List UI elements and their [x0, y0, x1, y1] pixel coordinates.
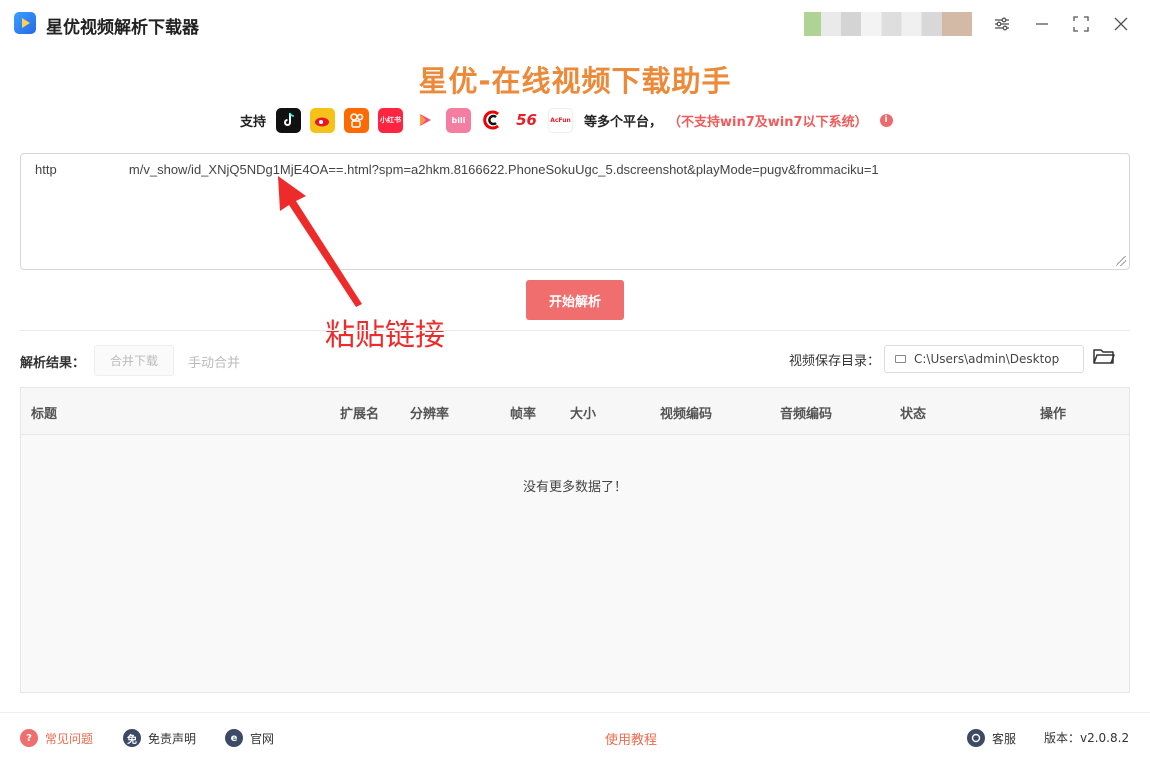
cctv-icon	[480, 107, 506, 133]
kuaishou-icon	[344, 107, 370, 133]
col-actions: 操作	[1040, 407, 1067, 422]
url-input[interactable]: http m/v_show/id_XNjQ5NDg1MjE4OA==.html?…	[20, 153, 1130, 270]
disclaimer-icon: 免	[123, 729, 141, 747]
info-icon[interactable]: i	[879, 113, 893, 127]
col-size: 大小	[570, 407, 597, 422]
result-label: 解析结果：	[20, 356, 86, 371]
col-status: 状态	[900, 407, 927, 422]
xigua-icon	[412, 107, 438, 133]
open-folder-icon[interactable]	[1093, 347, 1115, 367]
disclaimer-label: 免责声明	[148, 731, 197, 746]
service-label: 客服	[992, 731, 1017, 746]
results-table: 标题 扩展名 分辨率 帧率 大小 视频编码 音频编码 状态 操作 没有更多数据了…	[20, 387, 1130, 693]
weibo-icon	[310, 107, 336, 133]
website-link[interactable]: e 官网	[225, 729, 274, 747]
app-title: 星优视频解析下载器	[46, 18, 199, 38]
save-dir-label: 视频保存目录：	[789, 354, 881, 369]
col-video-codec: 视频编码	[660, 407, 713, 422]
platform-row: 支持 小红书 bili 56 AcFun 等多个平台， （不支持win7及win…	[240, 106, 893, 134]
resize-handle[interactable]	[1116, 256, 1126, 266]
table-header: 标题 扩展名 分辨率 帧率 大小 视频编码 音频编码 状态 操作	[21, 388, 1129, 435]
merge-download-button[interactable]: 合并下载	[94, 345, 174, 376]
version-text: 版本：v2.0.8.2	[1044, 731, 1130, 745]
douyin-icon	[276, 107, 302, 133]
col-fps: 帧率	[510, 407, 537, 422]
user-avatar[interactable]	[804, 12, 972, 36]
faq-link[interactable]: ? 常见问题	[20, 729, 93, 747]
website-label: 官网	[250, 731, 275, 746]
service-link[interactable]: 客服	[967, 729, 1016, 747]
settings-sliders-icon[interactable]	[990, 12, 1014, 36]
chat-icon	[967, 729, 985, 747]
close-icon[interactable]	[1109, 12, 1133, 36]
xiaohongshu-icon: 小红书	[378, 107, 404, 133]
system-warning: （不支持win7及win7以下系统）	[668, 114, 868, 130]
app-logo-icon	[14, 12, 36, 34]
col-extension: 扩展名	[340, 407, 380, 422]
col-title: 标题	[31, 407, 58, 422]
col-audio-codec: 音频编码	[780, 407, 833, 422]
save-dir-field[interactable]: C:\Users\admin\Desktop	[884, 345, 1084, 373]
start-parse-button[interactable]: 开始解析	[526, 280, 624, 320]
footer: ? 常见问题 免 免责声明 e 官网 使用教程 客服 版本：v2.0.8.2	[0, 712, 1150, 760]
question-icon: ?	[20, 729, 38, 747]
disclaimer-link[interactable]: 免 免责声明	[123, 729, 196, 747]
annotation-text: 粘贴链接	[325, 318, 445, 353]
divider	[20, 330, 1130, 331]
title-bar: 星优视频解析下载器	[0, 0, 1150, 48]
acfun-icon: AcFun	[548, 107, 574, 133]
more-platforms-text: 等多个平台，	[584, 114, 663, 130]
empty-message: 没有更多数据了！	[522, 480, 627, 495]
support-label: 支持	[240, 114, 267, 130]
minimize-icon[interactable]	[1030, 12, 1054, 36]
56-icon: 56	[514, 107, 540, 133]
page-title: 星优-在线视频下载助手	[418, 64, 732, 98]
ie-icon: e	[225, 729, 243, 747]
manual-merge-button[interactable]: 手动合并	[188, 352, 240, 371]
folder-icon	[895, 355, 906, 363]
col-resolution: 分辨率	[410, 407, 450, 422]
tutorial-link[interactable]: 使用教程	[605, 729, 657, 748]
bilibili-icon: bili	[446, 107, 472, 133]
maximize-icon[interactable]	[1069, 12, 1093, 36]
save-dir-value: C:\Users\admin\Desktop	[914, 352, 1060, 366]
faq-label: 常见问题	[45, 731, 94, 746]
